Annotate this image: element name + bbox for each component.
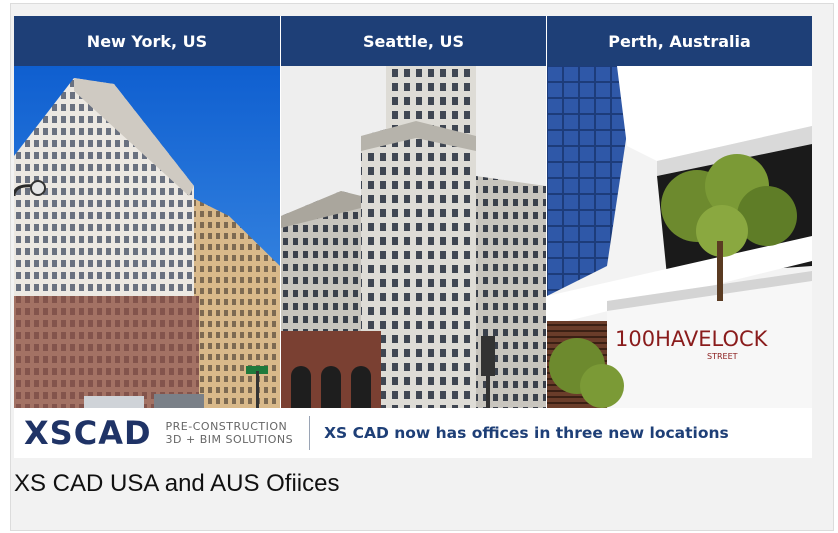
location-title: Perth, Australia: [547, 16, 812, 66]
sign-text: 100HAVELOCK: [615, 327, 769, 351]
offices-banner[interactable]: New York, US Seattle, US Perth, Australi…: [14, 16, 812, 458]
banner-footer: XSCAD PRE-CONSTRUCTION 3D + BIM SOLUTION…: [14, 408, 812, 458]
card-caption-link[interactable]: XS CAD USA and AUS Ofiices: [14, 470, 339, 498]
location-new-york: New York, US: [14, 16, 280, 408]
sign-subtext: STREET: [707, 352, 738, 361]
tagline-line-1: PRE-CONSTRUCTION: [165, 420, 288, 433]
tagline-line-2: 3D + BIM SOLUTIONS: [165, 433, 294, 446]
location-title: New York, US: [14, 16, 280, 66]
xscad-logo: XSCAD: [24, 414, 152, 452]
new-york-building-photo: [14, 66, 280, 408]
location-perth: Perth, Australia 100HAVELOCK STREET: [547, 16, 812, 408]
banner-headline: XS CAD now has offices in three new loca…: [324, 424, 729, 442]
location-seattle: Seattle, US: [281, 16, 546, 408]
logo-tagline: PRE-CONSTRUCTION 3D + BIM SOLUTIONS: [166, 420, 294, 446]
location-title: Seattle, US: [281, 16, 546, 66]
perth-building-photo: 100HAVELOCK STREET: [547, 66, 812, 408]
seattle-building-photo: [281, 66, 546, 408]
footer-divider: [309, 416, 311, 450]
